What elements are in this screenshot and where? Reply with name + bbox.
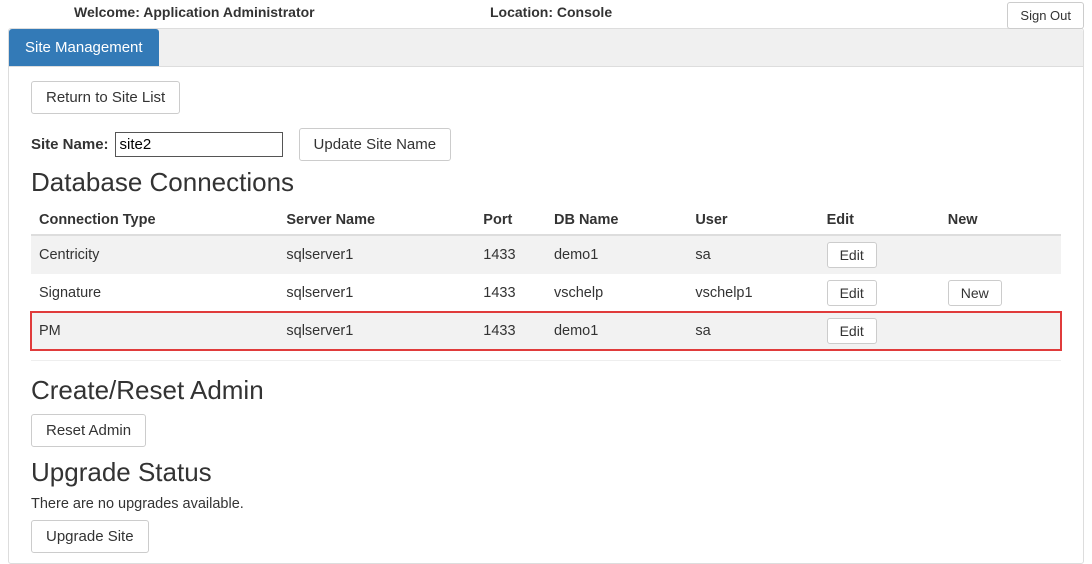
cell-user: sa <box>687 312 818 350</box>
col-header-user: User <box>687 206 818 235</box>
welcome-text: Welcome: Application Administrator <box>74 4 315 20</box>
cell-type: Centricity <box>31 235 278 274</box>
edit-button[interactable]: Edit <box>827 280 877 306</box>
db-connections-table: Connection Type Server Name Port DB Name… <box>31 206 1061 350</box>
edit-button[interactable]: Edit <box>827 318 877 344</box>
sign-out-button[interactable]: Sign Out <box>1007 2 1084 29</box>
divider <box>31 360 1061 361</box>
update-site-name-button[interactable]: Update Site Name <box>299 128 452 161</box>
col-header-type: Connection Type <box>31 206 278 235</box>
cell-user: vschelp1 <box>687 274 818 312</box>
upgrade-site-button[interactable]: Upgrade Site <box>31 520 149 553</box>
cell-port: 1433 <box>475 235 546 274</box>
upgrade-status-text: There are no upgrades available. <box>31 496 1061 512</box>
table-row: Signaturesqlserver11433vschelpvschelp1 Ed… <box>31 274 1061 312</box>
site-name-input[interactable] <box>115 132 283 157</box>
create-reset-admin-heading: Create/Reset Admin <box>31 375 1061 406</box>
cell-db: demo1 <box>546 235 687 274</box>
new-button[interactable]: New <box>948 280 1002 306</box>
cell-edit: Edit <box>819 235 940 274</box>
cell-port: 1433 <box>475 274 546 312</box>
cell-db: demo1 <box>546 312 687 350</box>
db-connections-heading: Database Connections <box>31 167 1061 198</box>
cell-edit: Edit <box>819 312 940 350</box>
cell-user: sa <box>687 235 818 274</box>
cell-server: sqlserver1 <box>278 274 475 312</box>
table-row: Centricitysqlserver11433demo1sa Edit <box>31 235 1061 274</box>
cell-new <box>940 235 1061 274</box>
upgrade-status-heading: Upgrade Status <box>31 457 1061 488</box>
cell-edit: Edit <box>819 274 940 312</box>
tab-site-management[interactable]: Site Management <box>9 29 159 66</box>
cell-db: vschelp <box>546 274 687 312</box>
location-text: Location: Console <box>490 4 612 20</box>
cell-new: New <box>940 274 1061 312</box>
col-header-server: Server Name <box>278 206 475 235</box>
cell-type: PM <box>31 312 278 350</box>
col-header-new: New <box>940 206 1061 235</box>
col-header-port: Port <box>475 206 546 235</box>
cell-server: sqlserver1 <box>278 312 475 350</box>
tab-strip: Site Management <box>9 29 1083 67</box>
edit-button[interactable]: Edit <box>827 242 877 268</box>
cell-server: sqlserver1 <box>278 235 475 274</box>
return-to-site-list-button[interactable]: Return to Site List <box>31 81 180 114</box>
main-panel: Site Management Return to Site List Site… <box>8 28 1084 564</box>
cell-port: 1433 <box>475 312 546 350</box>
table-row: PMsqlserver11433demo1sa Edit <box>31 312 1061 350</box>
col-header-edit: Edit <box>819 206 940 235</box>
col-header-db: DB Name <box>546 206 687 235</box>
cell-type: Signature <box>31 274 278 312</box>
reset-admin-button[interactable]: Reset Admin <box>31 414 146 447</box>
site-name-label: Site Name: <box>31 136 109 153</box>
cell-new <box>940 312 1061 350</box>
